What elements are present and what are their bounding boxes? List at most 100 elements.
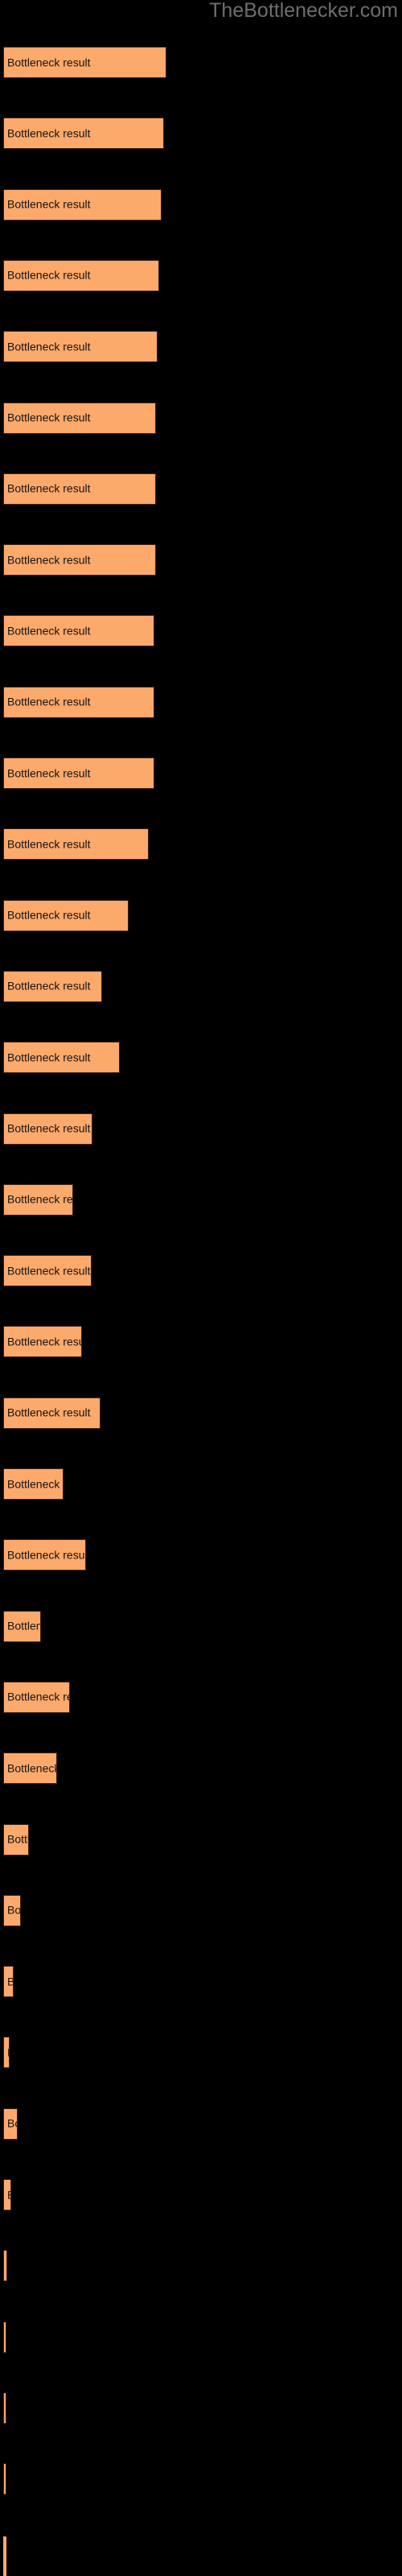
bar: Bottleneck result: [3, 1966, 14, 1998]
bar-label: Bottleneck result: [7, 56, 91, 68]
bottleneck-bar-chart: TheBottlenecker.com Bottleneck result Bot…: [0, 0, 402, 2576]
bar-label: Bottleneck result: [7, 1192, 73, 1206]
bar-label: Bottleneck result: [7, 1477, 63, 1490]
bar-row: Bottleneck result: [0, 1183, 402, 1216]
bar: Bottleneck result: [3, 544, 156, 576]
bar-label: Bottleneck result: [7, 1690, 69, 1703]
bar-label: Bottleneck result: [7, 1619, 40, 1633]
bar-row: Bottleneck result: [0, 402, 402, 434]
axis-baseline-sliver: [3, 2536, 6, 2576]
bar: Bottleneck result: [3, 1113, 92, 1145]
bar: Bottleneck result: [3, 1610, 41, 1642]
bar-row: Bottleneck result: [0, 1042, 402, 1074]
bar-label: Bottleneck result: [7, 1051, 91, 1064]
bar-row: Bottleneck result: [0, 2107, 402, 2140]
bar: Bottleneck result: [3, 1823, 29, 1856]
bar-label: Bottleneck result: [7, 1761, 57, 1775]
bar-label: Bottleneck result: [7, 908, 91, 922]
bar: Bottleneck result: [3, 188, 162, 221]
bar: Bottleneck result: [3, 1042, 120, 1074]
bar-row: Bottleneck result: [0, 1468, 402, 1500]
bar: Bottleneck result: [3, 2321, 6, 2353]
bar-row: Bottleneck result: [0, 686, 402, 718]
bar-label: Bottleneck result: [7, 979, 91, 993]
bar: Bottleneck result: [3, 2107, 18, 2140]
bar: Bottleneck result: [3, 970, 102, 1002]
bar-row: Bottleneck result: [0, 1823, 402, 1856]
bar-row: Bottleneck result: [0, 1113, 402, 1145]
bar: Bottleneck result: [3, 1397, 100, 1429]
bar-label: Bottleneck result: [7, 1264, 91, 1278]
bar-label: Bottleneck result: [7, 837, 91, 851]
bar: Bottleneck result: [3, 1681, 70, 1713]
bar-row: Bottleneck result: [0, 1539, 402, 1571]
bar-label: Bottleneck result: [7, 411, 91, 424]
bar-row: Bottleneck result: [0, 615, 402, 647]
bar-row: Bottleneck result: [0, 828, 402, 861]
bar: Bottleneck result: [3, 1894, 21, 1926]
bar-row: Bottleneck result: [0, 259, 402, 291]
bar-row: Bottleneck result: [0, 2037, 402, 2069]
bar: Bottleneck result: [3, 758, 154, 789]
bar-row: Bottleneck result: [0, 2463, 402, 2496]
bar-label: Bottleneck result: [7, 2046, 9, 2058]
bar-label: Bottleneck result: [7, 2116, 17, 2130]
bar-row: Bottleneck result: [0, 1681, 402, 1713]
bar-label: Bottleneck result: [7, 624, 91, 638]
bars-layer: Bottleneck result Bottleneck result Bottle…: [0, 0, 402, 2576]
bar-row: Bottleneck result: [0, 1966, 402, 1998]
bar: Bottleneck result: [3, 2037, 10, 2069]
bar: Bottleneck result: [3, 615, 154, 647]
bar-label: Bottleneck result: [7, 1121, 91, 1135]
bar: Bottleneck result: [3, 2392, 6, 2424]
bar: Bottleneck result: [3, 1326, 82, 1358]
bar-row: Bottleneck result: [0, 1255, 402, 1287]
bar-row: Bottleneck result: [0, 331, 402, 363]
bar-row: Bottleneck result: [0, 47, 402, 78]
bar-label: Bottleneck result: [7, 2189, 10, 2201]
bar-label: Bottleneck result: [7, 1406, 91, 1419]
bar-row: Bottleneck result: [0, 544, 402, 576]
bar: Bottleneck result: [3, 118, 164, 150]
bar-row: Bottleneck result: [0, 118, 402, 150]
bar: Bottleneck result: [3, 1183, 73, 1216]
bar-label: Bottleneck result: [7, 481, 91, 495]
bar-row: Bottleneck result: [0, 2179, 402, 2211]
bar: Bottleneck result: [3, 1255, 92, 1287]
bar-label: Bottleneck result: [7, 553, 91, 567]
bar-label: Bottleneck result: [7, 695, 91, 708]
bar-row: Bottleneck result: [0, 188, 402, 221]
bar: Bottleneck result: [3, 899, 129, 931]
bar: Bottleneck result: [3, 2179, 11, 2211]
bar-row: Bottleneck result: [0, 1397, 402, 1429]
bar-label: Bottleneck result: [7, 268, 91, 282]
bar: Bottleneck result: [3, 2463, 6, 2496]
bar: Bottleneck result: [3, 828, 149, 861]
bar: Bottleneck result: [3, 1539, 86, 1571]
bar: Bottleneck result: [3, 47, 166, 78]
bar-label: Bottleneck result: [7, 1548, 86, 1562]
bar-label: Bottleneck result: [7, 1832, 29, 1846]
bar: Bottleneck result: [3, 1752, 57, 1785]
bar-label: Bottleneck result: [7, 126, 91, 140]
bar-label: Bottleneck result: [7, 1335, 81, 1348]
bar-row: Bottleneck result: [0, 899, 402, 931]
bar-row: Bottleneck result: [0, 970, 402, 1002]
bar: Bottleneck result: [3, 331, 158, 363]
bar-row: Bottleneck result: [0, 1752, 402, 1785]
bar-label: Bottleneck result: [7, 1903, 21, 1917]
bar: Bottleneck result: [3, 259, 159, 291]
bar-row: Bottleneck result: [0, 473, 402, 505]
bar: Bottleneck result: [3, 473, 156, 505]
bar: Bottleneck result: [3, 402, 156, 434]
bar-row: Bottleneck result: [0, 1894, 402, 1926]
bar-label: Bottleneck result: [7, 1975, 13, 1988]
bar-row: Bottleneck result: [0, 1610, 402, 1642]
bar: Bottleneck result: [3, 2250, 7, 2282]
bar-row: Bottleneck result: [0, 1326, 402, 1358]
bar-label: Bottleneck result: [7, 197, 91, 211]
bar-row: Bottleneck result: [0, 2392, 402, 2424]
bar-row: Bottleneck result: [0, 2321, 402, 2353]
bar-row: Bottleneck result: [0, 758, 402, 789]
bar-row: Bottleneck result: [0, 2250, 402, 2282]
